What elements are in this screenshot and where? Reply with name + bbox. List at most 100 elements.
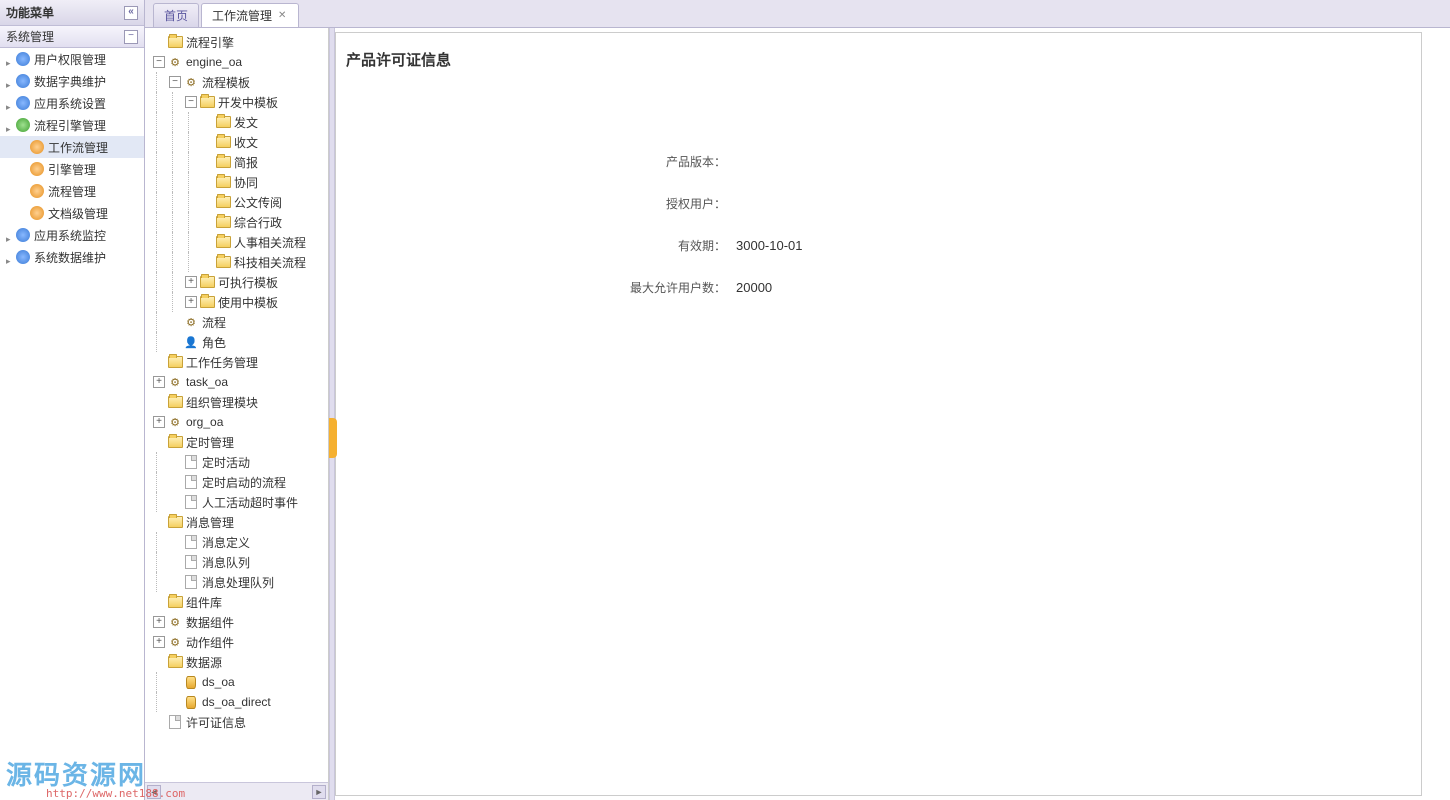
nav-item[interactable]: 应用系统设置 — [0, 92, 144, 114]
sidebar-collapse-button[interactable]: « — [124, 6, 138, 20]
tree-toggle[interactable]: − — [153, 56, 165, 68]
tree-node[interactable]: 消息处理队列 — [149, 572, 328, 592]
nav-label: 用户权限管理 — [34, 51, 106, 68]
nav-label: 工作流管理 — [48, 139, 108, 156]
nav-item[interactable]: 用户权限管理 — [0, 48, 144, 70]
tree-label: 流程 — [202, 314, 226, 331]
tree-scroll[interactable]: 流程引擎−⚙engine_oa−⚙流程模板−开发中模板发文收文简报协同公文传阅综… — [145, 28, 328, 800]
tree-node[interactable]: 收文 — [149, 132, 328, 152]
tree-node[interactable]: 组织管理模块 — [149, 392, 328, 412]
sidebar-section-label: 系统管理 — [6, 26, 54, 48]
nav-icon — [16, 250, 30, 264]
sidebar-section-header[interactable]: 系统管理 − — [0, 26, 144, 48]
tree-node[interactable]: +⚙task_oa — [149, 372, 328, 392]
nav-item[interactable]: 系统数据维护 — [0, 246, 144, 268]
nav-subitem[interactable]: 文档级管理 — [0, 202, 144, 224]
nav-subitem[interactable]: 引擎管理 — [0, 158, 144, 180]
tree-node[interactable]: ⚙流程 — [149, 312, 328, 332]
info-value: 3000-10-01 — [736, 238, 803, 253]
app-root: 功能菜单 « 系统管理 − 用户权限管理数据字典维护应用系统设置流程引擎管理工作… — [0, 0, 1450, 800]
tree-node[interactable]: ds_oa_direct — [149, 692, 328, 712]
nav-item[interactable]: 数据字典维护 — [0, 70, 144, 92]
tab-close-icon[interactable]: ✕ — [276, 5, 288, 27]
tree-label: 综合行政 — [234, 214, 282, 231]
tree-label: 工作任务管理 — [186, 354, 258, 371]
tree-node[interactable]: + 可执行模板 — [149, 272, 328, 292]
tree-toggle[interactable]: + — [185, 276, 197, 288]
tree-toggle[interactable]: + — [153, 416, 165, 428]
tree-node[interactable]: 简报 — [149, 152, 328, 172]
tab-label: 首页 — [164, 5, 188, 27]
tree-node[interactable]: 定时启动的流程 — [149, 472, 328, 492]
tab[interactable]: 首页 — [153, 3, 199, 27]
tree-label: 人事相关流程 — [234, 234, 306, 251]
folder-icon — [167, 594, 183, 610]
tree-node[interactable]: 协同 — [149, 172, 328, 192]
tree-label: 数据组件 — [186, 614, 234, 631]
tree-node[interactable]: 综合行政 — [149, 212, 328, 232]
nav-item[interactable]: 应用系统监控 — [0, 224, 144, 246]
tree-node[interactable]: 许可证信息 — [149, 712, 328, 732]
tree-node[interactable]: 定时管理 — [149, 432, 328, 452]
nav-subitem[interactable]: 流程管理 — [0, 180, 144, 202]
nav-icon — [16, 74, 30, 88]
tree-node[interactable]: 发文 — [149, 112, 328, 132]
nav-label: 流程管理 — [48, 183, 96, 200]
folder-icon — [215, 194, 231, 210]
tree-node[interactable]: ds_oa — [149, 672, 328, 692]
gear-icon: ⚙ — [183, 74, 199, 90]
tree-label: ds_oa_direct — [202, 695, 271, 709]
nav-icon — [30, 162, 44, 176]
tree-label: engine_oa — [186, 55, 242, 69]
tree-label: 许可证信息 — [186, 714, 246, 731]
folder-icon — [167, 514, 183, 530]
tree-node[interactable]: −开发中模板 — [149, 92, 328, 112]
tree-node[interactable]: 流程引擎 — [149, 32, 328, 52]
expand-arrow-icon — [6, 99, 14, 107]
tree-node[interactable]: 工作任务管理 — [149, 352, 328, 372]
tree-node[interactable]: +⚙org_oa — [149, 412, 328, 432]
nav-subitem[interactable]: 工作流管理 — [0, 136, 144, 158]
work-area: 流程引擎−⚙engine_oa−⚙流程模板−开发中模板发文收文简报协同公文传阅综… — [145, 28, 1450, 800]
tree-node[interactable]: −⚙流程模板 — [149, 72, 328, 92]
tree-node[interactable]: 人事相关流程 — [149, 232, 328, 252]
tree-node[interactable]: 人工活动超时事件 — [149, 492, 328, 512]
tree-label: 消息定义 — [202, 534, 250, 551]
tree-toggle[interactable]: − — [185, 96, 197, 108]
tree-node[interactable]: 消息定义 — [149, 532, 328, 552]
file-icon — [183, 554, 199, 570]
tree-label: 可执行模板 — [218, 274, 278, 291]
tree-node[interactable]: 定时活动 — [149, 452, 328, 472]
tree-node[interactable]: 消息管理 — [149, 512, 328, 532]
nav-item[interactable]: 流程引擎管理 — [0, 114, 144, 136]
info-value: 20000 — [736, 280, 772, 295]
tree-node[interactable]: −⚙engine_oa — [149, 52, 328, 72]
tab[interactable]: 工作流管理✕ — [201, 3, 299, 27]
tree-toggle[interactable]: − — [169, 76, 181, 88]
tree-node[interactable]: 消息队列 — [149, 552, 328, 572]
tree-node[interactable]: +⚙数据组件 — [149, 612, 328, 632]
tree-label: ds_oa — [202, 675, 235, 689]
main-area: 首页工作流管理✕ 流程引擎−⚙engine_oa−⚙流程模板−开发中模板发文收文… — [145, 0, 1450, 800]
hscroll-right-button[interactable]: ► — [312, 785, 326, 799]
tree-toggle[interactable]: + — [153, 636, 165, 648]
tree-toggle[interactable]: + — [153, 376, 165, 388]
tree-node[interactable]: +⚙动作组件 — [149, 632, 328, 652]
tree-node[interactable]: +使用中模板 — [149, 292, 328, 312]
splitter[interactable] — [329, 28, 335, 800]
tree-node[interactable]: 公文传阅 — [149, 192, 328, 212]
tab-label: 工作流管理 — [212, 5, 272, 27]
tree-toggle[interactable]: + — [185, 296, 197, 308]
section-collapse-button[interactable]: − — [124, 30, 138, 44]
tree-node[interactable]: 组件库 — [149, 592, 328, 612]
tree-toggle[interactable]: + — [153, 616, 165, 628]
tree-node[interactable]: 👤角色 — [149, 332, 328, 352]
tree-node[interactable]: 科技相关流程 — [149, 252, 328, 272]
watermark-url: http://www.net188.com — [46, 787, 185, 800]
file-icon — [183, 454, 199, 470]
tree-label: 消息处理队列 — [202, 574, 274, 591]
file-icon — [183, 574, 199, 590]
sidebar: 功能菜单 « 系统管理 − 用户权限管理数据字典维护应用系统设置流程引擎管理工作… — [0, 0, 145, 800]
tree-node[interactable]: 数据源 — [149, 652, 328, 672]
folder-icon — [199, 94, 215, 110]
